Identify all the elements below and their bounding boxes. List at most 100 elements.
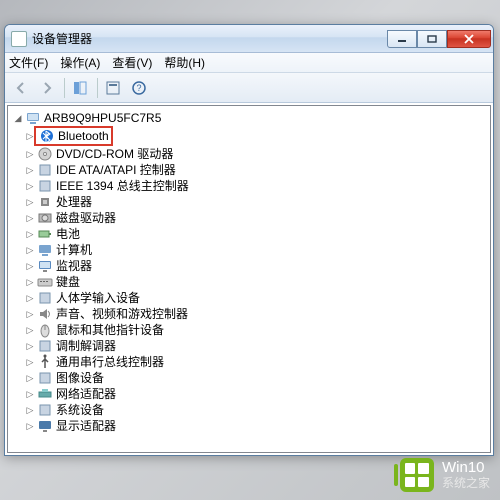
expander-icon[interactable]: ▷	[24, 258, 36, 274]
tree-item-label: 网络适配器	[56, 386, 116, 402]
tree-item[interactable]: ▷ 电池	[10, 226, 488, 242]
sound-icon	[37, 306, 53, 322]
tree-item-label: 计算机	[56, 242, 92, 258]
tree-item[interactable]: ▷ 监视器	[10, 258, 488, 274]
tree-item[interactable]: ▷IEEE 1394 总线主控制器	[10, 178, 488, 194]
tree-item[interactable]: ▷ 处理器	[10, 194, 488, 210]
battery-icon	[37, 226, 53, 242]
expander-icon[interactable]: ▷	[24, 306, 36, 322]
window-title: 设备管理器	[32, 30, 387, 47]
expander-icon[interactable]: ▷	[24, 386, 36, 402]
bluetooth-icon	[39, 128, 55, 144]
tree-item[interactable]: ▷ 系统设备	[10, 402, 488, 418]
disc-icon	[37, 146, 53, 162]
tree-item-label: 显示适配器	[56, 418, 116, 434]
minimize-button[interactable]	[387, 30, 417, 48]
menu-action[interactable]: 操作(A)	[60, 54, 100, 71]
menu-view[interactable]: 查看(V)	[112, 54, 152, 71]
window-buttons	[387, 30, 491, 48]
disk-icon	[37, 210, 53, 226]
expander-icon[interactable]: ▷	[24, 146, 36, 162]
network-icon	[37, 386, 53, 402]
tree-item-label: 通用串行总线控制器	[56, 354, 164, 370]
tree-item[interactable]: ▷DVD/CD-ROM 驱动器	[10, 146, 488, 162]
expander-icon[interactable]: ▷	[24, 322, 36, 338]
expander-icon[interactable]: ▷	[24, 402, 36, 418]
tree-item[interactable]: ▷ 通用串行总线控制器	[10, 354, 488, 370]
device-tree: ◢ ARB9Q9HPU5FC7R5 ▷Bluetooth▷DVD/CD-ROM …	[10, 110, 488, 434]
menu-help[interactable]: 帮助(H)	[164, 54, 205, 71]
tree-item[interactable]: ▷ IDE ATA/ATAPI 控制器	[10, 162, 488, 178]
expander-icon[interactable]: ▷	[24, 226, 36, 242]
brand-text: Win10 系统之家	[442, 460, 490, 490]
tree-root[interactable]: ◢ ARB9Q9HPU5FC7R5	[10, 110, 488, 126]
keyboard-icon	[37, 274, 53, 290]
expander-icon[interactable]: ▷	[24, 242, 36, 258]
tree-item[interactable]: ▷磁盘驱动器	[10, 210, 488, 226]
show-hide-tree-button[interactable]	[68, 76, 92, 100]
expander-icon[interactable]: ▷	[24, 370, 36, 386]
expander-icon[interactable]: ▷	[24, 338, 36, 354]
tree-item-label: 键盘	[56, 274, 80, 290]
tree-item-label: 系统设备	[56, 402, 104, 418]
expander-icon[interactable]: ▷	[24, 178, 36, 194]
tree-item-label: 调制解调器	[56, 338, 116, 354]
expander-icon[interactable]: ▷	[24, 418, 36, 434]
tree-item-label: 鼠标和其他指针设备	[56, 322, 164, 338]
tree-item[interactable]: ▷ 网络适配器	[10, 386, 488, 402]
properties-button[interactable]	[101, 76, 125, 100]
tree-item[interactable]: ▷ 显示适配器	[10, 418, 488, 434]
tree-item-label: 监视器	[56, 258, 92, 274]
expander-icon[interactable]: ▷	[24, 274, 36, 290]
titlebar[interactable]: 设备管理器	[5, 25, 493, 53]
image-icon	[37, 370, 53, 386]
modem-icon	[37, 338, 53, 354]
tree-item[interactable]: ▷ 计算机	[10, 242, 488, 258]
ide-icon	[37, 162, 53, 178]
brand-line2: 系统之家	[442, 477, 490, 490]
ieee-icon	[37, 178, 53, 194]
usb-icon	[37, 354, 53, 370]
cpu-icon	[37, 194, 53, 210]
expander-icon[interactable]: ▷	[24, 290, 36, 306]
maximize-button[interactable]	[417, 30, 447, 48]
hid-icon	[37, 290, 53, 306]
menu-file[interactable]: 文件(F)	[9, 54, 48, 71]
device-manager-window: 设备管理器 文件(F) 操作(A) 查看(V) 帮助(H)	[4, 24, 494, 456]
svg-text:?: ?	[136, 83, 141, 93]
tree-item-label: IDE ATA/ATAPI 控制器	[56, 162, 176, 178]
tree-pane[interactable]: ◢ ARB9Q9HPU5FC7R5 ▷Bluetooth▷DVD/CD-ROM …	[7, 105, 491, 453]
tree-item[interactable]: ▷图像设备	[10, 370, 488, 386]
toolbar-separator	[97, 78, 98, 98]
expander-icon[interactable]: ◢	[12, 110, 24, 126]
app-icon	[11, 31, 27, 47]
expander-icon[interactable]: ▷	[24, 210, 36, 226]
system-icon	[37, 402, 53, 418]
tree-item[interactable]: ▷ 人体学输入设备	[10, 290, 488, 306]
display-icon	[37, 418, 53, 434]
toolbar: ?	[5, 73, 493, 103]
forward-button[interactable]	[35, 76, 59, 100]
tree-item[interactable]: ▷声音、视频和游戏控制器	[10, 306, 488, 322]
tree-item[interactable]: ▷ 键盘	[10, 274, 488, 290]
help-button[interactable]: ?	[127, 76, 151, 100]
expander-icon[interactable]: ▷	[24, 162, 36, 178]
highlighted-item: Bluetooth	[34, 126, 113, 146]
computer-icon	[37, 242, 53, 258]
monitor-icon	[37, 258, 53, 274]
tree-item-label: 人体学输入设备	[56, 290, 140, 306]
tree-item[interactable]: ▷ 鼠标和其他指针设备	[10, 322, 488, 338]
watermark: Win10 系统之家	[400, 458, 490, 492]
back-button[interactable]	[9, 76, 33, 100]
tree-item[interactable]: ▷ 调制解调器	[10, 338, 488, 354]
tree-item[interactable]: ▷Bluetooth	[10, 126, 488, 146]
tree-item-label: 电池	[56, 226, 80, 242]
close-button[interactable]	[447, 30, 491, 48]
menubar: 文件(F) 操作(A) 查看(V) 帮助(H)	[5, 53, 493, 73]
tree-item-label: 处理器	[56, 194, 92, 210]
expander-icon[interactable]: ▷	[24, 194, 36, 210]
root-label: ARB9Q9HPU5FC7R5	[44, 110, 161, 126]
expander-icon[interactable]: ▷	[24, 354, 36, 370]
brand-logo-icon	[400, 458, 434, 492]
toolbar-separator	[64, 78, 65, 98]
